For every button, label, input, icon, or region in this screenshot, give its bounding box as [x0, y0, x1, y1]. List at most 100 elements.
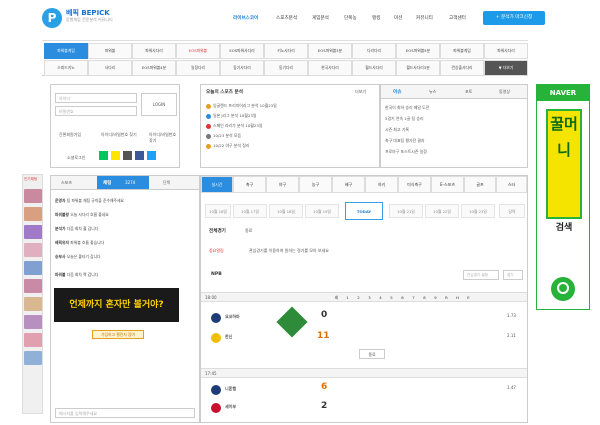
logo-icon[interactable]: P [42, 8, 62, 28]
chat-tab-danpok[interactable]: 단폭 [163, 180, 170, 186]
sport-tab-esports[interactable]: E-스포츠 [431, 176, 464, 193]
naver-ad[interactable]: NAVER 꿀머니 검색 [536, 84, 590, 310]
subnav-item[interactable]: 키노사다리 [264, 43, 308, 59]
nav-ranking[interactable]: 랭킹 [372, 15, 380, 21]
subnav-item[interactable]: 월드사다리 [352, 60, 396, 76]
chat-thumbnail[interactable] [24, 351, 42, 365]
subnav-item[interactable]: 월드사다리3분 [396, 60, 440, 76]
analyst-apply-button[interactable]: + 분석가 마크신청 [483, 11, 545, 25]
chat-thumbnail[interactable] [24, 243, 42, 257]
filter-finished[interactable]: 종료 [245, 228, 252, 234]
password-input[interactable]: 비밀번호 [55, 106, 137, 116]
chat-thumbnail[interactable] [24, 315, 42, 329]
promo-banner[interactable]: 언제까지 혼자만 볼거야? [54, 288, 179, 322]
news-item[interactable]: 프로야구 포스트시즌 일정 [385, 149, 525, 155]
subnav-item[interactable]: EOS파워볼5분 [396, 43, 440, 59]
search-icon[interactable] [551, 277, 575, 301]
today-item[interactable]: 일본 J리그 분석 10월23일 [206, 113, 376, 119]
chat-thumbnail[interactable] [24, 297, 42, 311]
date-tab[interactable]: 10월 18일 [269, 204, 303, 218]
collapse-button[interactable]: 접기 [503, 270, 523, 280]
sport-tab-hockey[interactable]: 하키 [365, 176, 398, 193]
today-item[interactable]: 잉글랜드 프리미어리그 분석 10월23일 [206, 103, 376, 109]
find-account-link[interactable]: 아이디/비밀번호 찾기 [101, 132, 137, 138]
sport-tab-football[interactable]: 미식축구 [398, 176, 431, 193]
news-item[interactable]: 시즌 최고 기록 [385, 127, 525, 133]
subnav-item[interactable]: 한국사다리 [308, 60, 352, 76]
news-item[interactable]: 한국이 최하 승리 메달 도전 [385, 105, 525, 111]
date-tab[interactable]: 10월 17일 [233, 204, 267, 218]
promo-join-button[interactable]: 가입하고 챌린지 참여 [92, 330, 144, 339]
news-item[interactable]: 5경기 연속 1골 팀 승리 [385, 116, 525, 122]
subnav-powerball-game[interactable]: 파워볼게임 [44, 43, 88, 59]
nav-mission[interactable]: 미션 [394, 15, 402, 21]
news-item[interactable]: 축구 대표팀 평가전 결과 [385, 138, 525, 144]
favorite-setting-button[interactable]: 관심경기 설정 [463, 270, 499, 280]
date-tab[interactable]: 10월 21일 [389, 204, 423, 218]
sport-tab-soccer[interactable]: 축구 [233, 176, 266, 193]
date-tab[interactable]: 10월 23일 [461, 204, 495, 218]
subnav-item[interactable]: 파워볼 [88, 43, 132, 59]
subnav-item[interactable]: 동기사다리 [220, 60, 264, 76]
date-tab-today[interactable]: TODAY [345, 202, 383, 220]
subnav-item[interactable]: EOS파워볼 [176, 43, 220, 59]
chat-thumbnail[interactable] [24, 207, 42, 221]
join-link[interactable]: 간편회원가입 [59, 132, 81, 138]
line-login-icon[interactable] [123, 151, 132, 160]
subnav-item[interactable]: 파워사다리 [484, 43, 528, 59]
sport-tab-baseball[interactable]: 야구 [266, 176, 299, 193]
sport-tab-golf[interactable]: 골프 [464, 176, 496, 193]
calendar-button[interactable]: 달력 [499, 204, 525, 218]
sport-tab-volleyball[interactable]: 배구 [332, 176, 365, 193]
subnav-item[interactable]: EOS파워사다리 [220, 43, 264, 59]
nav-games[interactable]: 게임분석 [312, 15, 329, 21]
subnav-item[interactable]: 다리다리 [352, 43, 396, 59]
subnav-item[interactable]: EOS파워볼4분 [132, 60, 176, 76]
login-button[interactable]: LOGIN [141, 93, 177, 116]
subnav-item[interactable]: EOS파워볼3분 [308, 43, 352, 59]
facebook-login-icon[interactable] [135, 151, 144, 160]
sport-tab-star[interactable]: 스타 [496, 176, 527, 193]
kakao-login-icon[interactable] [111, 151, 120, 160]
subnav-item[interactable]: 일정다리 [176, 60, 220, 76]
today-item[interactable]: 스페인 라리가 분석 10월23일 [206, 123, 376, 129]
sport-tab-basketball[interactable]: 농구 [299, 176, 332, 193]
today-item[interactable]: 10/23 분석 모음 [206, 133, 376, 139]
chat-thumbnail[interactable] [24, 189, 42, 203]
nav-community[interactable]: 커뮤니티 [416, 15, 433, 21]
nav-help[interactable]: 고객센터 [449, 15, 466, 21]
game-card[interactable]: 요코하마 한신 0 11 종료 1.73 2.11 [201, 303, 527, 363]
news-tab-issue[interactable]: 이슈 [393, 89, 401, 95]
date-tab[interactable]: 10월 16일 [205, 204, 231, 218]
subnav-item[interactable]: 파워사다리 [132, 43, 176, 59]
chat-thumbnail[interactable] [24, 279, 42, 293]
filter-all-games[interactable]: 전체경기 [209, 228, 226, 234]
subnav-item[interactable]: 사다리 [88, 60, 132, 76]
find-password-link[interactable]: 아이디/비밀번호 찾기 [149, 132, 179, 144]
subnav-item[interactable]: 파워볼게임 [440, 43, 484, 59]
naver-login-icon[interactable] [99, 151, 108, 160]
chat-thumbnail[interactable] [24, 333, 42, 347]
chat-input[interactable]: 메시지를 입력해주세요 [55, 408, 195, 418]
date-tab[interactable]: 10월 19일 [305, 204, 339, 218]
nav-danpok[interactable]: 단폭농 [344, 15, 357, 21]
news-tab-news[interactable]: 뉴스 [429, 89, 436, 95]
sport-tab-live[interactable]: 실시간 [201, 176, 233, 193]
date-tab[interactable]: 10월 22일 [425, 204, 459, 218]
subnav-more-button[interactable]: ▼ 더보기 [484, 60, 528, 76]
chat-thumbnail[interactable] [24, 261, 42, 275]
chat-tab-sports[interactable]: 스포츠 [61, 180, 72, 186]
subnav-item[interactable]: 런승출사다리 [440, 60, 484, 76]
nav-sports[interactable]: 스포츠분석 [276, 15, 297, 21]
today-item[interactable]: 10/22 야구 분석 정리 [206, 143, 376, 149]
news-tab-video[interactable]: 동영상 [499, 89, 510, 95]
subnav-item[interactable]: 동기다리 [264, 60, 308, 76]
twitter-login-icon[interactable] [147, 151, 156, 160]
today-more-link[interactable]: 더보기 [355, 89, 366, 95]
news-tab-photo[interactable]: 포토 [465, 89, 472, 95]
id-input[interactable]: 아이디 [55, 93, 137, 103]
chat-tab-chat[interactable]: 채팅 [103, 180, 111, 186]
game-card[interactable]: 니혼햄 세이부 6 2 1.47 [201, 379, 527, 423]
subnav-item[interactable]: 스피드키노 [44, 60, 88, 76]
nav-livescore[interactable]: 라이브스코어 [233, 15, 258, 21]
